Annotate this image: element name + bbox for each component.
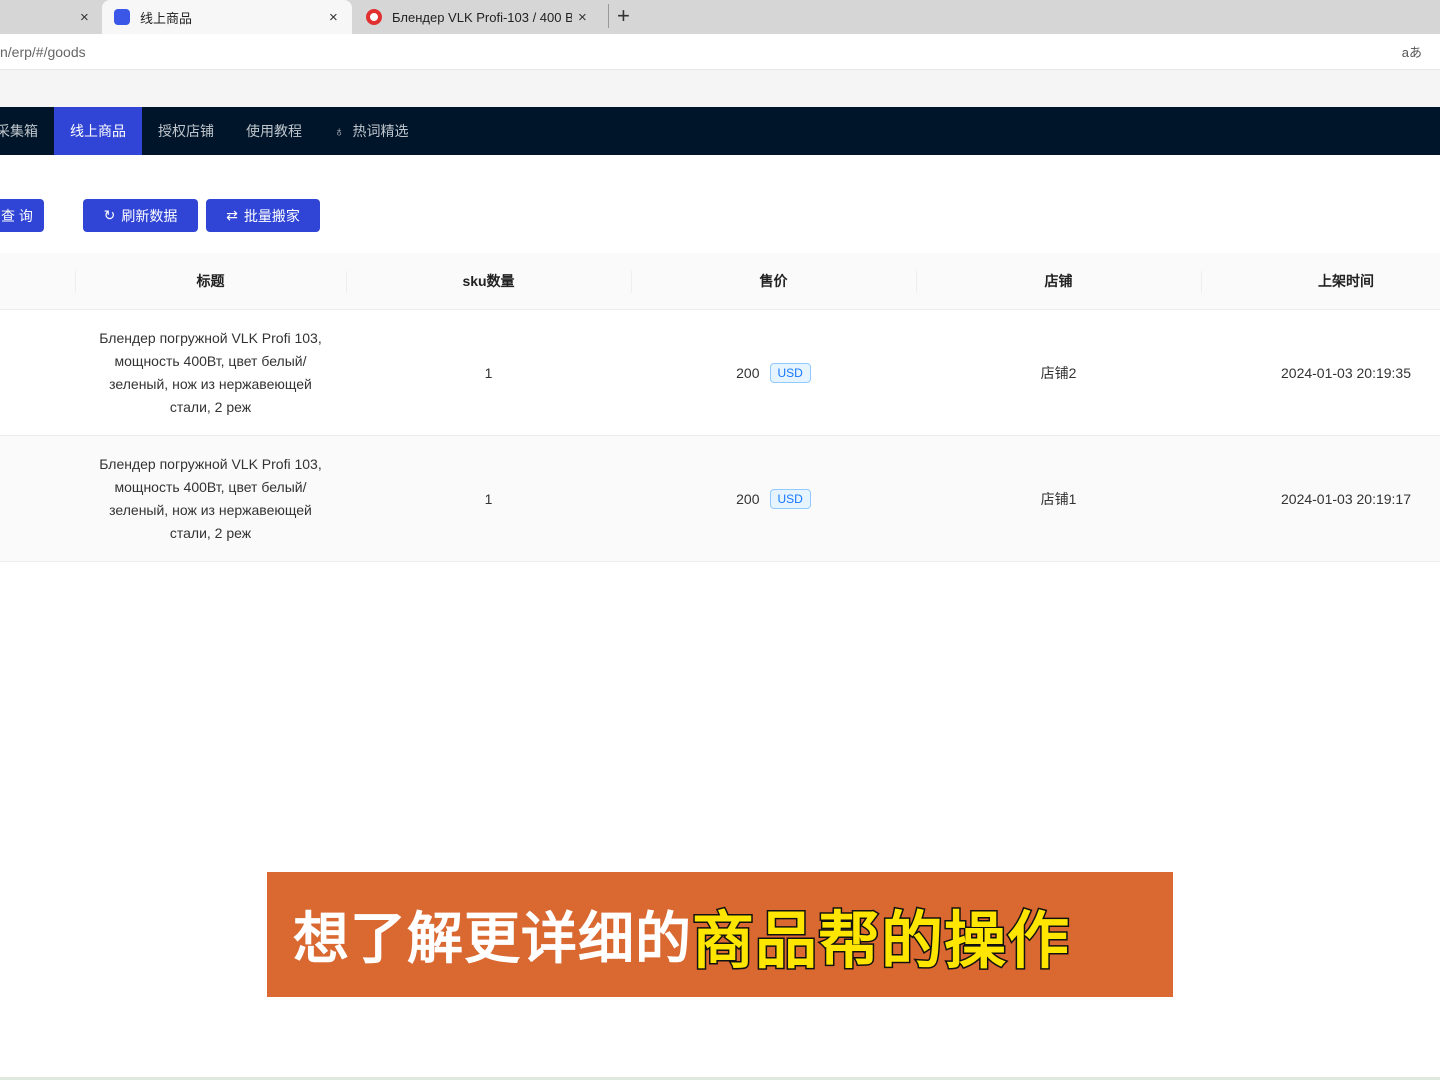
currency-tag: USD <box>769 488 811 509</box>
cell-listed-time: 2024-01-03 20:19:17 <box>1281 490 1411 507</box>
rocket-icon: ♁ <box>334 123 345 139</box>
price-value: 200 <box>736 364 760 381</box>
goods-table: 标题 sku数量 售价 店铺 上架时间 Блендер погружной VL… <box>0 253 1440 562</box>
caption-text: 想了解更详细的 <box>293 907 692 970</box>
batch-move-button[interactable]: ⇄ 批量搬家 <box>206 199 320 232</box>
header-listed-time: 上架时间 <box>1201 253 1440 309</box>
header-select <box>0 253 75 309</box>
row-select-cell <box>0 436 75 561</box>
refresh-icon: ↻ <box>103 207 116 223</box>
tab-title: 线上商品 <box>140 10 193 26</box>
table-header: 标题 sku数量 售价 店铺 上架时间 <box>0 253 1440 310</box>
transfer-icon: ⇄ <box>226 207 238 223</box>
cell-store: 店铺2 <box>1040 364 1077 381</box>
nav-item-authorized-stores[interactable]: 授权店铺 <box>142 107 230 155</box>
cell-sku-count: 1 <box>484 490 493 507</box>
header-title: 标题 <box>75 253 346 309</box>
main-nav: 采集箱 线上商品 授权店铺 使用教程 ♁ 热词精选 <box>0 107 1440 155</box>
site-favicon-icon <box>114 9 130 25</box>
cell-listed-time: 2024-01-03 20:19:35 <box>1281 364 1411 381</box>
nav-item-tutorial[interactable]: 使用教程 <box>230 107 318 155</box>
nav-item-hot-words[interactable]: ♁ 热词精选 <box>318 107 425 155</box>
table-row[interactable]: Блендер погружной VLK Profi 103, мощност… <box>0 436 1440 562</box>
caption-highlight: 商品帮的操作 <box>690 905 1071 977</box>
browser-tab[interactable]: × <box>0 0 100 34</box>
batch-move-label: 批量搬家 <box>243 207 300 224</box>
close-tab-icon[interactable]: × <box>578 9 587 26</box>
nav-item-online-goods[interactable]: 线上商品 <box>54 107 142 155</box>
header-sku-count: sku数量 <box>346 253 631 309</box>
translate-icon[interactable]: aあ <box>1402 42 1422 61</box>
ozon-favicon-icon <box>366 9 382 25</box>
address-bar[interactable]: n/erp/#/goods aあ <box>0 34 1440 70</box>
cell-title: Блендер погружной VLK Profi 103, мощност… <box>99 455 322 541</box>
cell-price: 200 USD <box>631 436 916 561</box>
row-select-cell <box>0 310 75 435</box>
refresh-data-button[interactable]: ↻ 刷新数据 <box>83 199 198 232</box>
cell-sku-count: 1 <box>484 364 493 381</box>
header-store: 店铺 <box>916 253 1201 309</box>
tab-title: Блендер VLK Profi-103 / 400 Вт / <box>392 9 572 25</box>
query-button[interactable]: 查 询 <box>0 199 44 232</box>
refresh-label: 刷新数据 <box>121 207 178 224</box>
browser-tab[interactable]: Блендер VLK Profi-103 / 400 Вт / × <box>354 0 600 34</box>
browser-tab-bar: × 线上商品 × Блендер VLK Profi-103 / 400 Вт … <box>0 0 1440 34</box>
price-value: 200 <box>736 490 760 507</box>
nav-item-collect-box[interactable]: 采集箱 <box>0 107 54 155</box>
nav-item-label: 热词精选 <box>352 123 409 139</box>
page-top-strip <box>0 70 1440 107</box>
video-caption: 想了解更详细的 商品帮的操作 <box>267 872 1173 997</box>
cell-price: 200 USD <box>631 310 916 435</box>
close-tab-icon[interactable]: × <box>80 9 89 26</box>
query-label: 查 询 <box>1 207 33 224</box>
new-tab-button[interactable]: + <box>608 4 630 28</box>
cell-title: Блендер погружной VLK Profi 103, мощност… <box>99 329 322 415</box>
url-text: n/erp/#/goods <box>0 43 86 60</box>
currency-tag: USD <box>769 362 811 383</box>
close-tab-icon[interactable]: × <box>329 9 338 26</box>
cell-store: 店铺1 <box>1040 490 1077 507</box>
table-row[interactable]: Блендер погружной VLK Profi 103, мощност… <box>0 310 1440 436</box>
browser-tab-active[interactable]: 线上商品 × <box>102 0 352 34</box>
header-price: 售价 <box>631 253 916 309</box>
